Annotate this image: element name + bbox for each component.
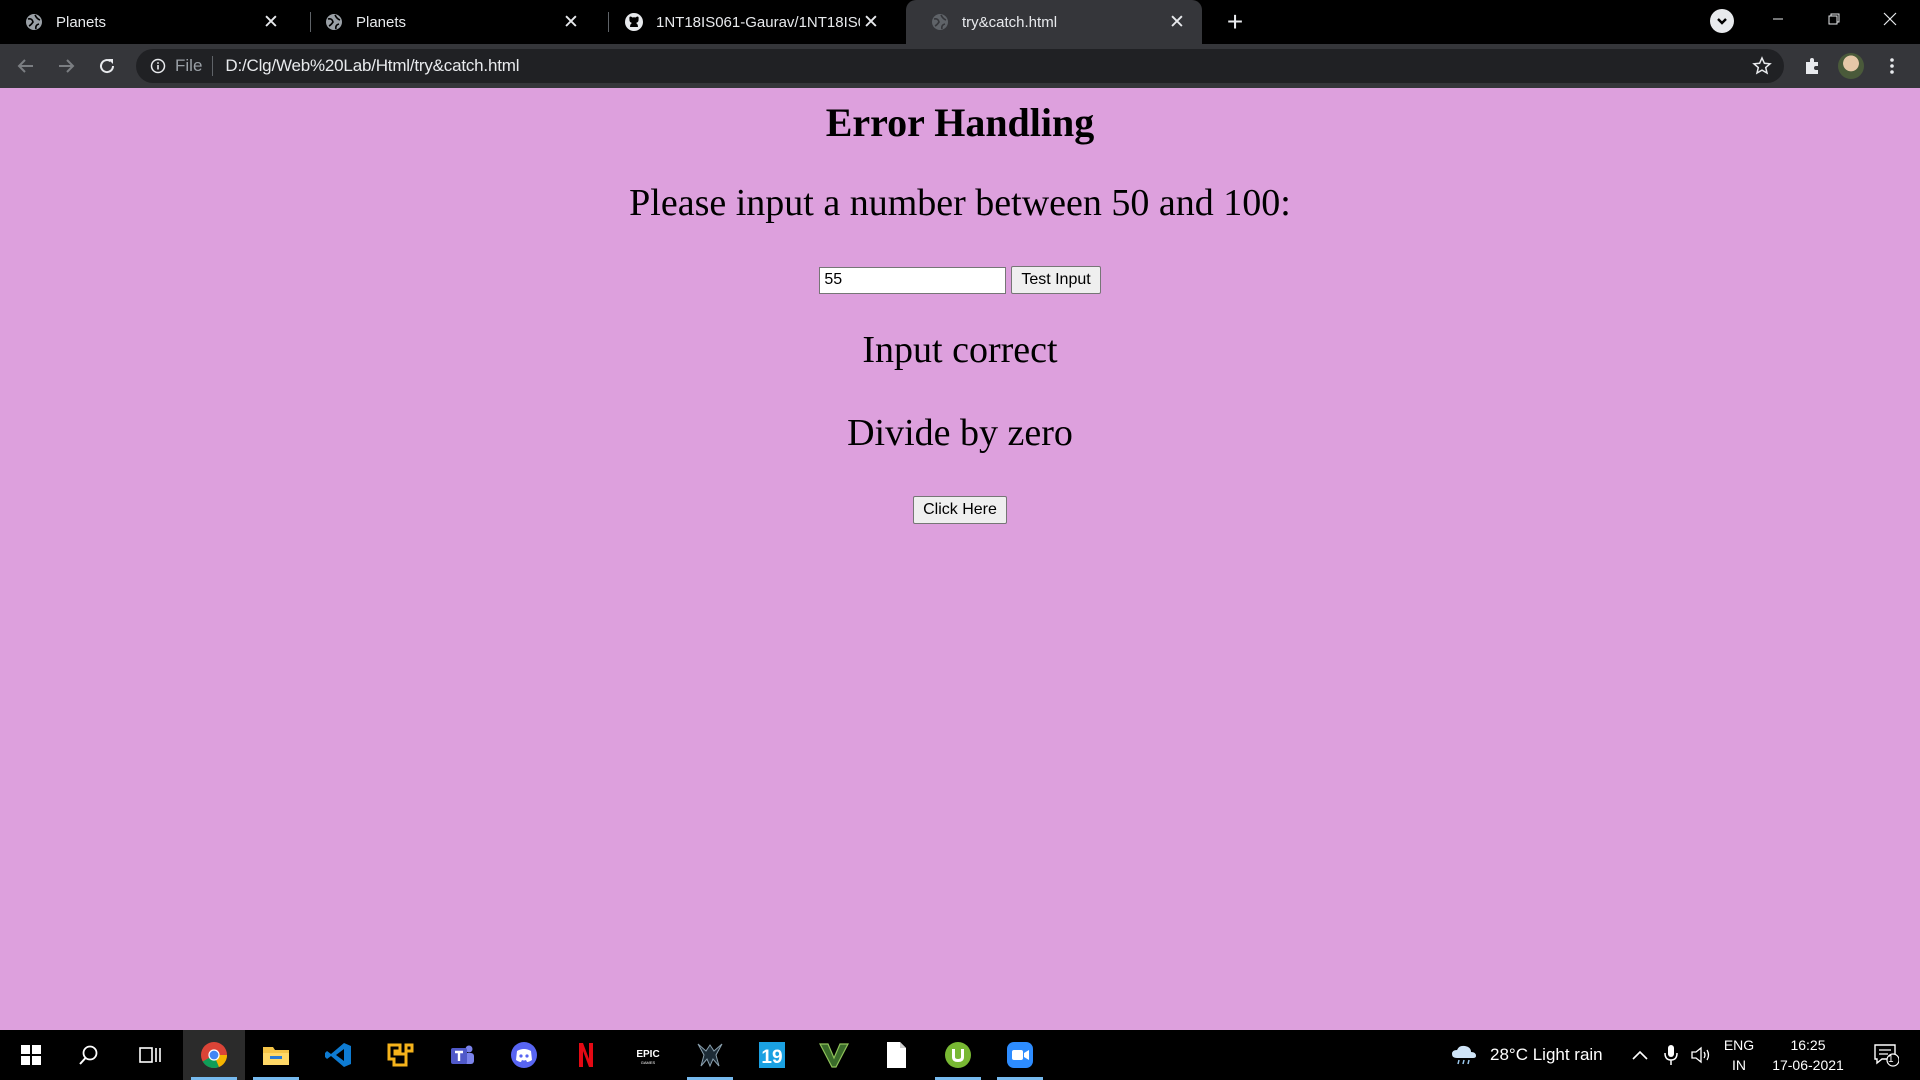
task-view-icon[interactable] (119, 1030, 181, 1080)
tab-strip: Planets ✕ Planets ✕ 1NT18IS061-Gaurav/1N… (0, 0, 1920, 44)
clock-time: 16:25 (1790, 1037, 1826, 1053)
tab-planets-1[interactable]: Planets ✕ (0, 0, 296, 44)
profile-avatar[interactable] (1838, 53, 1864, 79)
svg-text:EPIC: EPIC (636, 1049, 659, 1060)
close-icon[interactable]: ✕ (860, 11, 882, 33)
tab-title: Planets (56, 13, 107, 31)
close-window-button[interactable] (1862, 0, 1918, 38)
close-icon[interactable]: ✕ (260, 11, 282, 33)
svg-text:19: 19 (761, 1047, 782, 1068)
chrome-icon[interactable] (183, 1030, 245, 1080)
globe-icon (930, 12, 950, 32)
globe-icon (324, 12, 344, 32)
restore-button[interactable] (1806, 0, 1862, 38)
new-tab-button[interactable]: + (1220, 6, 1250, 37)
input-row: Test Input (0, 266, 1920, 294)
tab-planets-2[interactable]: Planets ✕ (300, 0, 596, 44)
click-here-button[interactable]: Click Here (913, 496, 1007, 524)
volume-icon[interactable] (1690, 1030, 1712, 1080)
weather-widget[interactable]: 28°C Light rain (1450, 1030, 1603, 1080)
windows-start-icon[interactable] (0, 1030, 62, 1080)
cloud-rain-icon (1452, 1045, 1476, 1065)
github-icon (624, 12, 644, 32)
utorrent-icon[interactable] (927, 1030, 989, 1080)
info-icon[interactable] (150, 58, 166, 74)
language-indicator[interactable]: ENG IN (1724, 1030, 1754, 1080)
minimize-button[interactable] (1750, 0, 1806, 38)
page-viewport: Error Handling Please input a number bet… (0, 88, 1920, 1030)
tab-github[interactable]: 1NT18IS061-Gaurav/1NT18IS061_ ✕ (600, 0, 896, 44)
netflix-icon[interactable] (555, 1030, 617, 1080)
number-input[interactable] (819, 266, 1007, 294)
windows-taskbar: EPIC GAMES 19 28°C Light rain ENG IN 16:2… (0, 1030, 1920, 1080)
notification-center-icon[interactable]: 1 (1866, 1030, 1906, 1080)
input-prompt: Please input a number between 50 and 100… (629, 182, 1291, 224)
v-icon[interactable] (803, 1030, 865, 1080)
tab-search-icon[interactable] (1710, 9, 1734, 33)
close-icon[interactable]: ✕ (560, 11, 582, 33)
more-menu-icon[interactable] (1876, 50, 1908, 82)
tab-title: 1NT18IS061-Gaurav/1NT18IS061_ (656, 13, 860, 31)
tab-title: try&catch.html (962, 13, 1058, 31)
tab-title: Planets (356, 13, 407, 31)
clock-date: 17-06-2021 (1772, 1057, 1844, 1073)
url-text[interactable]: D:/Clg/Web%20Lab/Html/try&catch.html (225, 56, 519, 76)
reload-button[interactable] (91, 50, 123, 82)
svg-text:GAMES: GAMES (641, 1060, 656, 1065)
predator-icon[interactable] (679, 1030, 741, 1080)
language-region: IN (1732, 1057, 1746, 1073)
globe-icon (24, 12, 44, 32)
back-button[interactable] (10, 50, 42, 82)
vscode-icon[interactable] (307, 1030, 369, 1080)
address-bar[interactable]: File D:/Clg/Web%20Lab/Html/try&catch.htm… (136, 49, 1784, 83)
click-row: Click Here (0, 496, 1920, 524)
clock[interactable]: 16:25 17-06-2021 (1768, 1030, 1848, 1080)
notepad-icon[interactable] (865, 1030, 927, 1080)
tray-overflow-icon[interactable] (1632, 1030, 1648, 1080)
test-input-button[interactable]: Test Input (1011, 266, 1101, 294)
close-icon[interactable]: ✕ (1166, 11, 1188, 33)
language-code: ENG (1723, 1037, 1755, 1053)
validation-result: Input correct (862, 329, 1058, 371)
extensions-puzzle-icon[interactable] (1796, 50, 1828, 82)
nineteen-icon[interactable]: 19 (741, 1030, 803, 1080)
page-title: Error Handling (825, 100, 1095, 145)
forward-button[interactable] (50, 50, 82, 82)
epic-games-icon[interactable]: EPIC GAMES (617, 1030, 679, 1080)
microphone-icon[interactable] (1664, 1030, 1678, 1080)
teams-icon[interactable] (431, 1030, 493, 1080)
zoom-icon[interactable] (989, 1030, 1051, 1080)
bookmark-star-icon[interactable] (1752, 56, 1772, 81)
tab-try-catch[interactable]: try&catch.html ✕ (906, 0, 1202, 44)
divider (212, 56, 214, 76)
file-explorer-icon[interactable] (245, 1030, 307, 1080)
discord-icon[interactable] (493, 1030, 555, 1080)
weather-text: 28°C Light rain (1490, 1045, 1603, 1064)
browser-toolbar: File D:/Clg/Web%20Lab/Html/try&catch.htm… (0, 44, 1920, 88)
search-icon[interactable] (58, 1030, 120, 1080)
divide-message: Divide by zero (847, 412, 1073, 454)
snapdragon-icon[interactable] (369, 1030, 431, 1080)
notification-count: 1 (1888, 1054, 1894, 1065)
scheme-chip: File (175, 56, 203, 75)
